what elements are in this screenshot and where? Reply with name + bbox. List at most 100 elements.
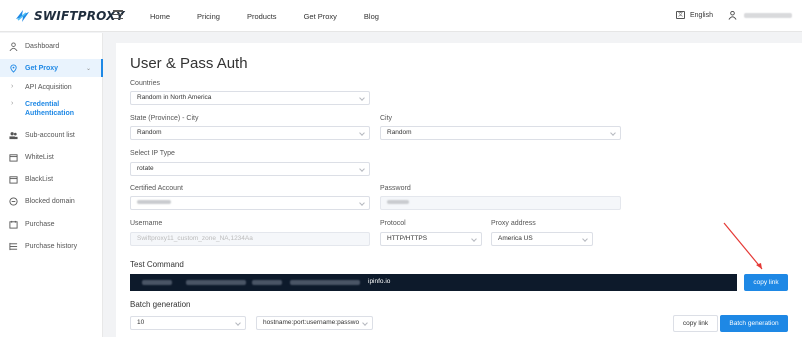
chevron-down-icon [471, 236, 477, 242]
password-label: Password [380, 185, 411, 192]
sidebar-item-purchase[interactable]: Purchase [0, 218, 103, 230]
protocol-label: Protocol [380, 220, 406, 227]
state-label: State (Province) - City [130, 115, 199, 122]
chevron-down-icon [359, 166, 365, 172]
batch-count-select[interactable]: 10 [130, 316, 246, 330]
sidebar-subitem-api-acquisition[interactable]: › API Acquisition [0, 83, 103, 93]
account-redacted [137, 200, 171, 205]
user-icon [9, 41, 18, 51]
ip-type-value: rotate [137, 165, 154, 172]
batch-generation-button[interactable]: Batch generation [720, 315, 788, 332]
certified-account-select[interactable] [130, 196, 370, 210]
sidebar-item-label: Get Proxy [25, 64, 59, 72]
user-name-redacted[interactable] [744, 13, 792, 18]
username-label: Username [130, 220, 163, 227]
sidebar-item-label: Sub-account list [25, 131, 75, 139]
logo-text: SWIFTPROXY [34, 9, 125, 23]
proxy-address-select[interactable]: America US [491, 232, 593, 246]
calendar-icon [9, 175, 18, 184]
command-redacted [252, 280, 282, 285]
user-icon[interactable] [728, 10, 737, 20]
sidebar-item-label: BlackList [25, 175, 54, 183]
countries-value: Random in North America [137, 94, 212, 101]
sidebar-item-blacklist[interactable]: BlackList [0, 173, 103, 185]
sidebar-subitem-credential-auth[interactable]: › Credential Authentication [0, 100, 103, 120]
chevron-down-icon [362, 320, 368, 326]
sidebar-item-whitelist[interactable]: WhiteList [0, 151, 103, 163]
command-redacted [142, 280, 172, 285]
sidebar-item-label-line1: Credential [25, 101, 60, 108]
city-label: City [380, 115, 393, 122]
batch-format-value: hostname:port:username:passwo [263, 319, 360, 326]
language-switcher[interactable]: 文 English [676, 11, 713, 19]
state-value: Random [137, 129, 162, 136]
chevron-down-icon [359, 200, 365, 206]
ip-type-select[interactable]: rotate [130, 162, 370, 176]
sidebar-item-label: Dashboard [25, 42, 60, 50]
batch-generation-label: Batch generation [130, 300, 191, 309]
sidebar-item-get-proxy[interactable]: Get Proxy ⌄ [0, 59, 103, 77]
blocked-icon [9, 196, 18, 206]
location-pin-icon [10, 64, 17, 73]
test-command-text: ipinfo.io [368, 278, 391, 285]
sidebar-item-label: WhiteList [25, 153, 54, 161]
nav-pricing[interactable]: Pricing [197, 12, 220, 21]
chevron-down-icon [610, 130, 616, 136]
city-value: Random [387, 129, 412, 136]
test-command-box[interactable]: ipinfo.io [130, 274, 737, 291]
proxy-address-value: America US [498, 235, 533, 242]
sidebar: Dashboard Get Proxy ⌄ › API Acquisition … [0, 33, 103, 337]
countries-select[interactable]: Random in North America [130, 91, 370, 105]
city-select[interactable]: Random [380, 126, 621, 140]
username-field[interactable]: Swiftproxy11_custom_zone_NA,1234Aa [130, 232, 370, 246]
list-icon [9, 242, 18, 250]
calendar-icon [9, 153, 18, 162]
logo[interactable]: SWIFTPROXY [14, 7, 124, 25]
state-select[interactable]: Random [130, 126, 370, 140]
sidebar-item-sub-account[interactable]: Sub-account list [0, 129, 103, 141]
chevron-down-icon [582, 236, 588, 242]
nav-blog[interactable]: Blog [364, 12, 379, 21]
username-value: Swiftproxy11_custom_zone_NA,1234Aa [137, 235, 253, 242]
protocol-value: HTTP/HTTPS [387, 235, 428, 242]
page-title: User & Pass Auth [130, 55, 248, 72]
password-redacted [387, 200, 409, 205]
copy-link-button[interactable]: copy link [744, 274, 788, 291]
bullet-icon: › [11, 83, 14, 90]
translate-icon: 文 [676, 11, 685, 19]
sidebar-item-blocked-domain[interactable]: Blocked domain [0, 195, 103, 207]
password-field[interactable] [380, 196, 621, 210]
sidebar-item-label: Purchase history [25, 242, 78, 250]
sidebar-item-label: Purchase [25, 220, 55, 228]
chevron-down-icon: ⌄ [86, 65, 92, 72]
sidebar-item-purchase-history[interactable]: Purchase history [0, 240, 103, 252]
countries-label: Countries [130, 80, 160, 87]
card-icon [9, 220, 18, 229]
sidebar-item-dashboard[interactable]: Dashboard [0, 39, 103, 53]
batch-format-select[interactable]: hostname:port:username:passwo [256, 316, 373, 330]
proxy-address-label: Proxy address [491, 220, 536, 227]
main-nav: Home Pricing Products Get Proxy Blog [150, 0, 406, 32]
top-bar: SWIFTPROXY Home Pricing Products Get Pro… [0, 0, 802, 32]
command-redacted [186, 280, 246, 285]
command-redacted [290, 280, 360, 285]
language-label: English [690, 11, 713, 19]
sidebar-item-label-line2: Authentication [25, 110, 74, 117]
certified-account-label: Certified Account [130, 185, 183, 192]
nav-home[interactable]: Home [150, 12, 170, 21]
users-icon [9, 131, 18, 139]
nav-products[interactable]: Products [247, 12, 277, 21]
chevron-down-icon [359, 95, 365, 101]
batch-copy-link-button[interactable]: copy link [673, 315, 718, 332]
sidebar-item-label: API Acquisition [25, 84, 72, 91]
chevron-down-icon [235, 320, 241, 326]
protocol-select[interactable]: HTTP/HTTPS [380, 232, 482, 246]
auth-card: User & Pass Auth Countries Random in Nor… [116, 43, 802, 337]
chevron-down-icon [359, 130, 365, 136]
sidebar-item-label: Blocked domain [25, 197, 75, 205]
swiftproxy-logo-icon [16, 10, 29, 22]
nav-get-proxy[interactable]: Get Proxy [304, 12, 337, 21]
menu-toggle-icon[interactable] [113, 10, 123, 20]
batch-count-value: 10 [137, 319, 145, 326]
annotation-arrow-icon [723, 222, 763, 270]
